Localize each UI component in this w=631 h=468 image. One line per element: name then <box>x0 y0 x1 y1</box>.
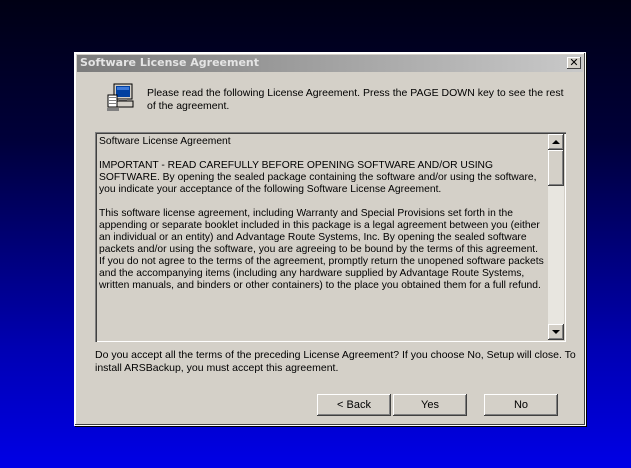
close-button[interactable]: ✕ <box>567 57 581 69</box>
license-paragraph: This software license agreement, includi… <box>99 208 544 291</box>
scroll-thumb[interactable] <box>548 150 564 186</box>
scroll-down-button[interactable] <box>548 324 564 340</box>
license-paragraph: IMPORTANT - READ CAREFULLY BEFORE OPENIN… <box>99 160 537 195</box>
arrow-up-icon <box>552 140 560 144</box>
vertical-scrollbar[interactable] <box>548 134 564 340</box>
setup-computer-icon <box>107 83 134 111</box>
back-button[interactable]: < Back <box>317 394 391 416</box>
scroll-up-button[interactable] <box>548 134 564 150</box>
window-title: Software License Agreement <box>80 56 259 69</box>
license-text-box[interactable]: Software License Agreement IMPORTANT - R… <box>95 132 566 342</box>
license-dialog: Software License Agreement ✕ Please read… <box>74 52 586 426</box>
accept-question: Do you accept all the terms of the prece… <box>95 349 576 374</box>
yes-button[interactable]: Yes <box>393 394 467 416</box>
arrow-down-icon <box>552 330 560 334</box>
license-paragraph: Software License Agreement <box>99 136 231 147</box>
title-bar[interactable]: Software License Agreement ✕ <box>77 55 583 72</box>
license-text-content: Software License Agreement IMPORTANT - R… <box>99 136 546 340</box>
intro-text: Please read the following License Agreem… <box>147 87 564 112</box>
no-button[interactable]: No <box>484 394 558 416</box>
